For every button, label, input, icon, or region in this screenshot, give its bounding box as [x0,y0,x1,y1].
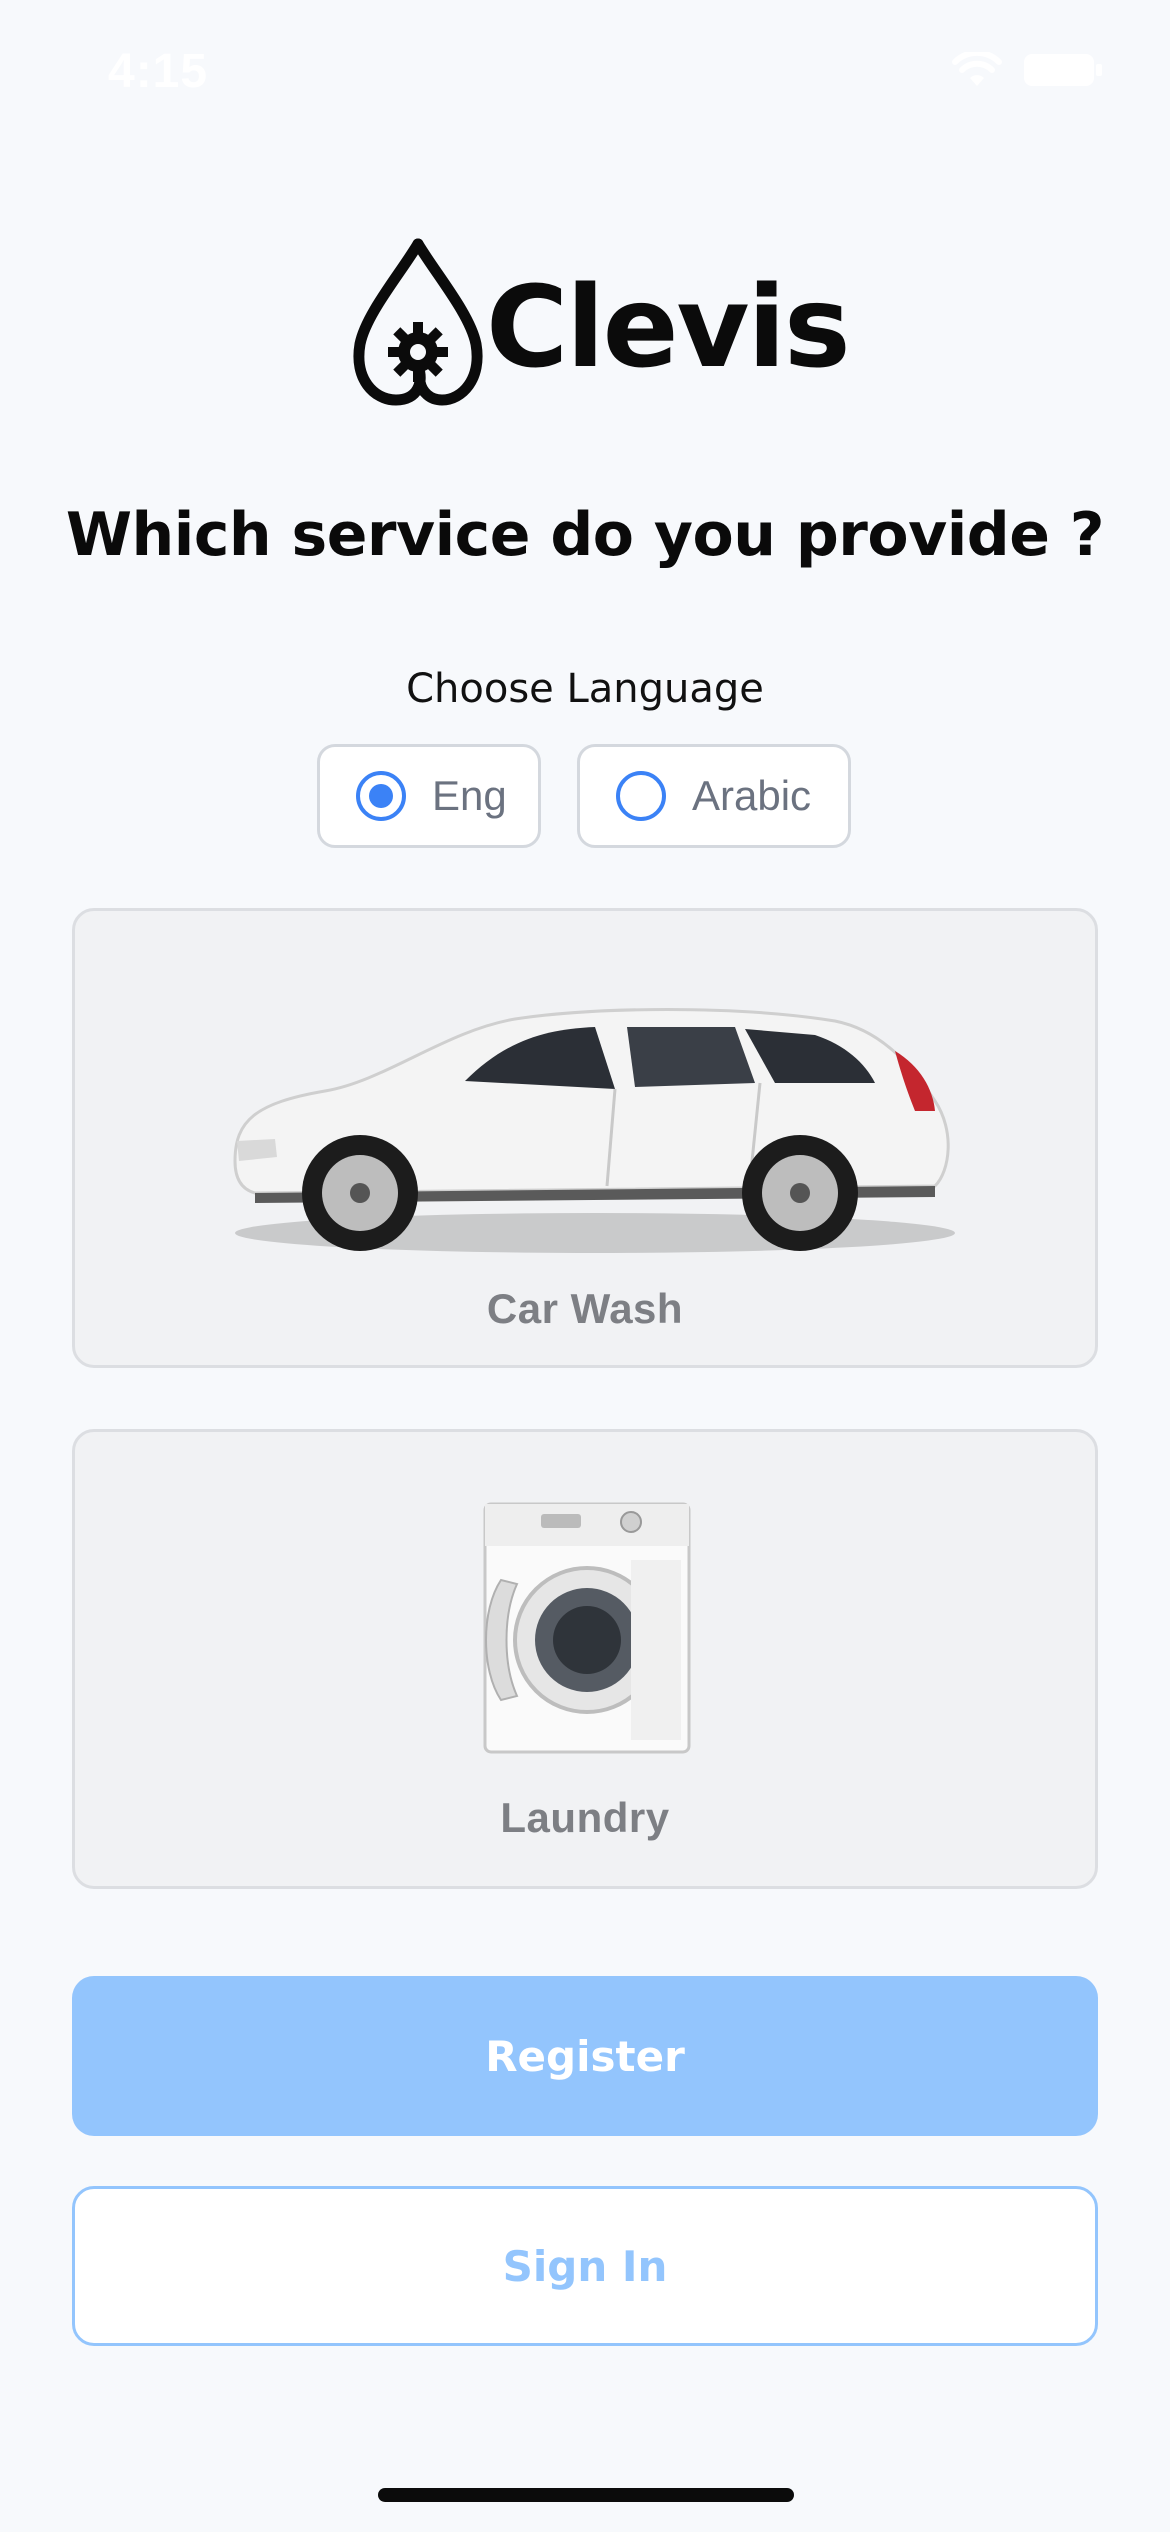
register-button[interactable]: Register [72,1976,1098,2136]
status-icons [952,52,1104,88]
battery-icon [1024,54,1102,86]
app-screen: 4:15 Clevis Which service do you provide… [0,0,1170,2532]
language-option-label: Eng [432,772,507,819]
page-title: Which service do you provide ? [65,500,1105,570]
language-option-arabic[interactable]: Arabic [577,744,851,848]
home-indicator [378,2488,794,2502]
droplet-gear-icon [353,238,483,406]
sign-in-button[interactable]: Sign In [72,2186,1098,2346]
status-time: 4:15 [108,45,209,98]
brand-name: Clevis [486,263,851,393]
language-option-eng[interactable]: Eng [317,744,541,848]
radio-unselected-icon[interactable] [616,771,666,821]
washing-machine-image [483,1502,691,1754]
service-card-car-wash[interactable]: Car Wash [72,908,1098,1368]
wifi-icon [952,52,1002,86]
car-image [233,1008,955,1253]
radio-selected-icon[interactable] [356,771,406,821]
service-card-laundry[interactable]: Laundry [72,1429,1098,1889]
service-label: Car Wash [486,1285,684,1332]
brand-logo: Clevis [352,234,851,410]
service-label: Laundry [500,1794,670,1841]
language-option-label: Arabic [692,772,812,819]
status-bar: 4:15 [0,0,1170,140]
language-label: Choose Language [406,666,764,712]
